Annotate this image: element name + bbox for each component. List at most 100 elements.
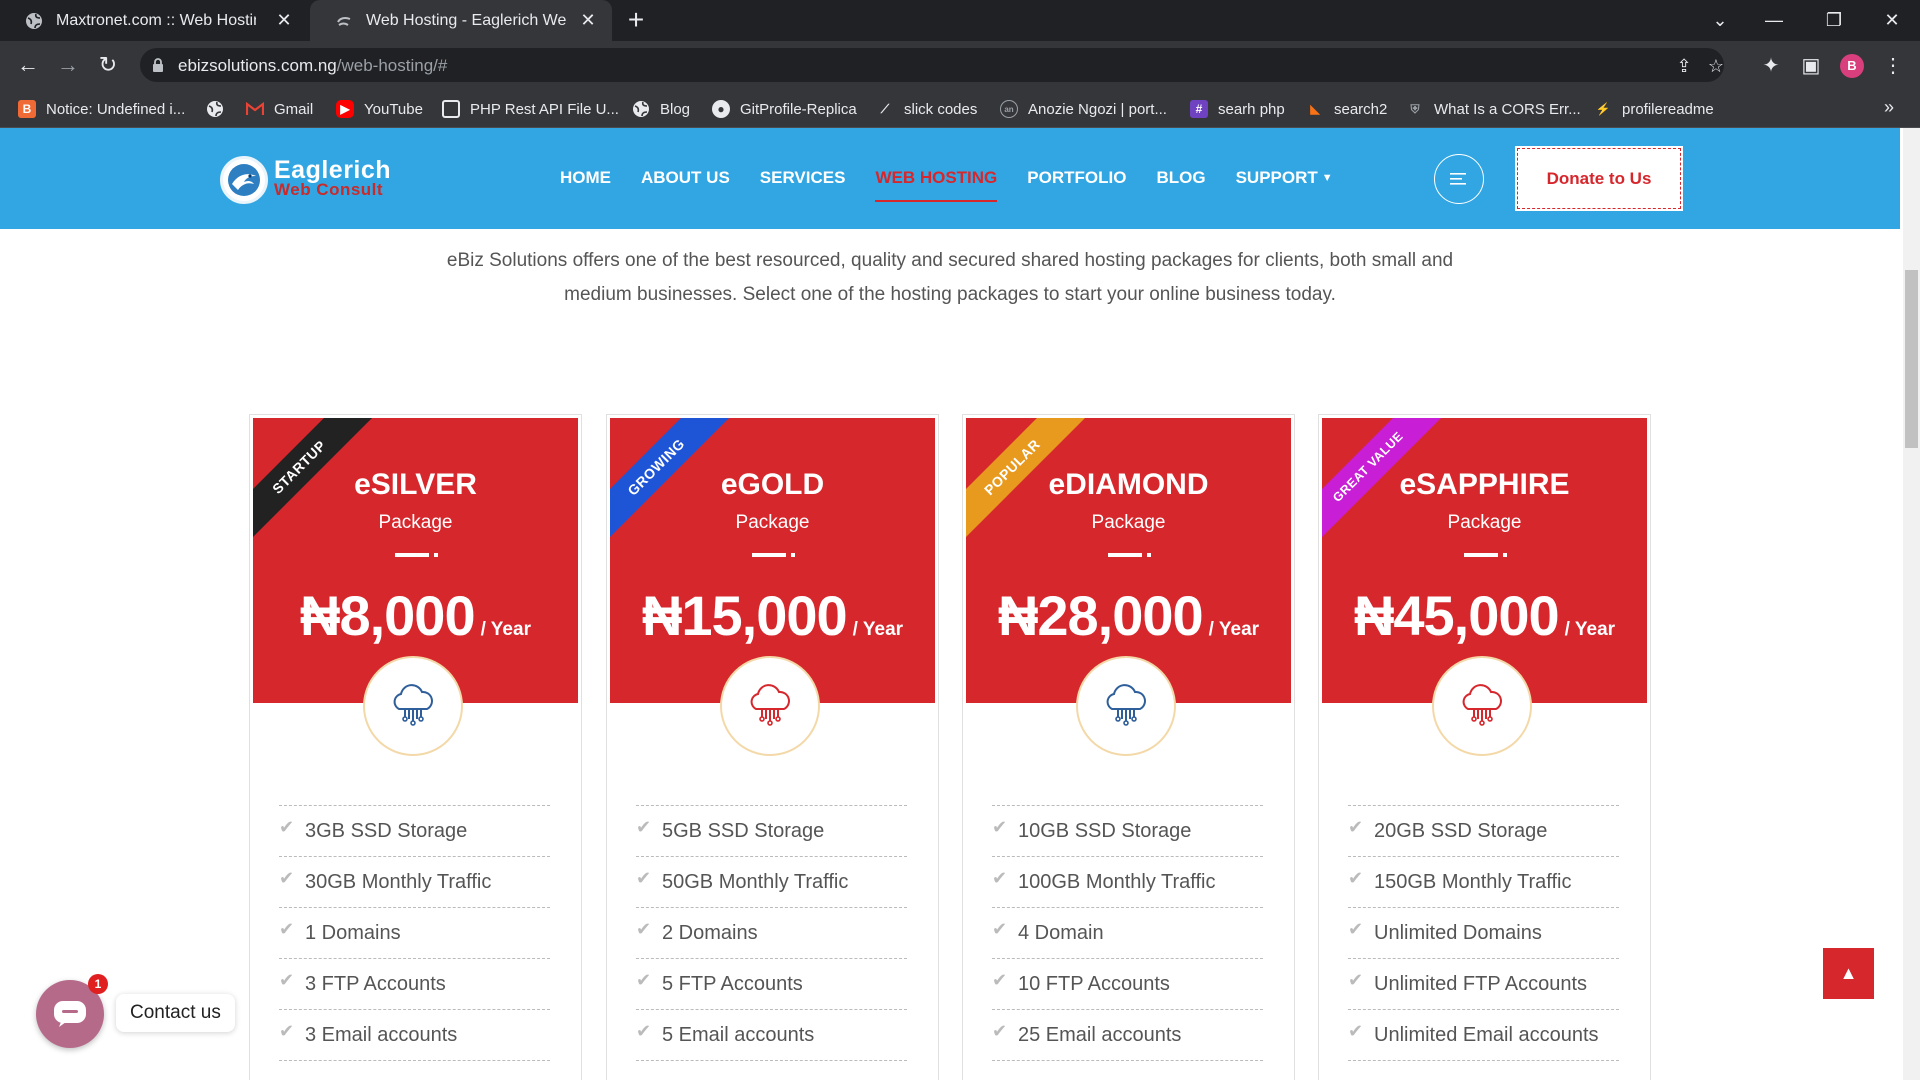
bookmark-star-icon[interactable]: ☆ bbox=[1706, 56, 1726, 76]
chevron-down-icon: ▼ bbox=[1321, 172, 1333, 184]
plan-price: ₦28,000 bbox=[997, 584, 1204, 647]
window-close-icon[interactable]: ✕ bbox=[1862, 0, 1920, 41]
feature-item: ✔ 3 FTP Accounts bbox=[279, 959, 550, 1010]
plan-subtitle: Package bbox=[1447, 512, 1522, 533]
check-icon: ✔ bbox=[992, 1020, 1008, 1041]
share-icon[interactable]: ⇪ bbox=[1674, 56, 1694, 76]
minimize-icon[interactable]: — bbox=[1744, 0, 1804, 41]
nav-home[interactable]: HOME bbox=[560, 168, 611, 192]
side-panel-icon[interactable]: ▣ bbox=[1800, 55, 1822, 77]
close-icon[interactable]: ✕ bbox=[578, 10, 598, 30]
price-row: ₦28,000 / Year bbox=[966, 583, 1291, 648]
bookmark-item[interactable]: ⛨ What Is a CORS Err... bbox=[1406, 98, 1580, 120]
bookmark-item[interactable]: Blog bbox=[632, 98, 690, 120]
nav-support[interactable]: SUPPORT ▼ bbox=[1236, 168, 1333, 192]
site-header: Eaglerich Web Consult HOME ABOUT US SERV… bbox=[0, 128, 1900, 229]
new-tab-button[interactable]: + bbox=[622, 6, 650, 34]
browser-tab-bar: Maxtronet.com :: Web Hosting ✕ Web Hosti… bbox=[0, 0, 1920, 41]
plan-name: eDIAMOND bbox=[1048, 468, 1209, 501]
plan-period: / Year bbox=[480, 619, 531, 640]
bookmarks-bar: B Notice: Undefined i... Gmail ▶ YouTube P… bbox=[0, 89, 1920, 128]
plan-period: / Year bbox=[1208, 619, 1260, 640]
check-icon: ✔ bbox=[636, 918, 652, 939]
bookmark-item[interactable] bbox=[206, 98, 234, 120]
restore-icon[interactable]: ❐ bbox=[1804, 0, 1864, 41]
chat-icon bbox=[54, 1001, 86, 1027]
globe-icon bbox=[24, 11, 44, 31]
php-icon: # bbox=[1190, 100, 1208, 118]
link-icon: ⚡ bbox=[1595, 102, 1611, 116]
bookmark-item[interactable]: PHP Rest API File U... bbox=[442, 98, 619, 120]
menu-toggle-button[interactable] bbox=[1434, 154, 1484, 204]
pricing-card-egold: GROWING eGOLD Package ₦15,000 / Year ✔ 5G… bbox=[606, 414, 939, 1080]
contact-label[interactable]: Contact us bbox=[116, 994, 235, 1032]
bookmark-item[interactable]: an Anozie Ngozi | port... bbox=[1000, 98, 1167, 120]
feature-item: ✔ 30GB Monthly Traffic bbox=[279, 857, 550, 908]
tab-search-icon[interactable]: ⌄ bbox=[1690, 0, 1750, 41]
bookmark-item[interactable]: # searh php bbox=[1190, 98, 1285, 120]
check-icon: ✔ bbox=[992, 867, 1008, 888]
logo-subtitle: Web Consult bbox=[274, 180, 384, 199]
back-icon[interactable]: ← bbox=[12, 49, 44, 81]
divider bbox=[752, 553, 786, 557]
feature-item: ✔ 100GB Monthly Traffic bbox=[992, 857, 1263, 908]
scrollbar[interactable] bbox=[1903, 128, 1920, 1080]
plan-price: ₦8,000 bbox=[300, 584, 476, 647]
more-menu-icon[interactable]: ⋮ bbox=[1882, 55, 1904, 77]
check-icon: ✔ bbox=[992, 816, 1008, 837]
feature-item: ✔ 10 FTP Accounts bbox=[992, 959, 1263, 1010]
scrollbar-thumb[interactable] bbox=[1905, 270, 1918, 448]
bookmarks-overflow-icon[interactable]: » bbox=[1884, 97, 1894, 118]
site-logo[interactable]: Eaglerich Web Consult bbox=[220, 156, 391, 204]
bookmark-item[interactable]: Gmail bbox=[246, 98, 313, 120]
feature-list: ✔ 10GB SSD Storage ✔ 100GB Monthly Traffic… bbox=[992, 805, 1263, 1061]
bookmark-item[interactable]: ⟋ slick codes bbox=[876, 98, 978, 120]
bookmark-item[interactable]: ● GitProfile-Replica bbox=[712, 98, 857, 120]
address-bar[interactable]: ebizsolutions.com.ng/web-hosting/# ⇪ ☆ bbox=[140, 48, 1724, 82]
extensions-icon[interactable]: ✦ bbox=[1760, 55, 1782, 77]
bookmark-item[interactable]: ◣ search2 bbox=[1306, 98, 1387, 120]
slick-icon: ⟋ bbox=[880, 101, 890, 116]
feature-item: ✔ 1 Domains bbox=[279, 908, 550, 959]
chart-icon: ◣ bbox=[1310, 102, 1320, 116]
globe-icon bbox=[632, 100, 650, 118]
price-row: ₦8,000 / Year bbox=[253, 583, 578, 648]
close-icon[interactable]: ✕ bbox=[274, 10, 294, 30]
feature-item: ✔ Unlimited Domains bbox=[1348, 908, 1619, 959]
price-row: ₦15,000 / Year bbox=[610, 583, 935, 648]
price-row: ₦45,000 / Year bbox=[1322, 583, 1647, 648]
feature-list: ✔ 3GB SSD Storage ✔ 30GB Monthly Traffic ✔… bbox=[279, 805, 550, 1061]
intro-text: eBiz Solutions offers one of the best re… bbox=[446, 250, 1454, 305]
feature-item: ✔ 4 Domain bbox=[992, 908, 1263, 959]
plan-name: eGOLD bbox=[720, 468, 825, 501]
check-icon: ✔ bbox=[636, 816, 652, 837]
url-text[interactable]: ebizsolutions.com.ng/web-hosting/# bbox=[178, 56, 447, 76]
nav-web-hosting[interactable]: WEB HOSTING bbox=[875, 168, 997, 202]
divider bbox=[1108, 553, 1142, 557]
divider bbox=[1464, 553, 1498, 557]
profile-avatar[interactable]: B bbox=[1840, 54, 1864, 78]
lock-icon[interactable] bbox=[152, 57, 164, 73]
tab-title: Web Hosting - Eaglerich Web Co bbox=[366, 11, 566, 29]
plan-subtitle: Package bbox=[1091, 512, 1166, 533]
back-to-top-button[interactable]: ▲ bbox=[1823, 948, 1874, 999]
hamburger-icon bbox=[1450, 173, 1466, 185]
plan-price: ₦45,000 bbox=[1353, 584, 1560, 647]
forward-icon[interactable]: → bbox=[52, 49, 84, 81]
shield-icon: ⛨ bbox=[1410, 101, 1420, 116]
logo-title: Eaglerich bbox=[274, 156, 392, 184]
nav-blog[interactable]: BLOG bbox=[1156, 168, 1205, 192]
browser-tab-active[interactable]: Web Hosting - Eaglerich Web Co ✕ bbox=[310, 0, 612, 41]
bookmark-item[interactable]: ▶ YouTube bbox=[336, 98, 423, 120]
bookmark-icon: B bbox=[18, 100, 36, 118]
globe-icon bbox=[206, 100, 224, 118]
reload-icon[interactable]: ↻ bbox=[92, 49, 124, 81]
loading-icon bbox=[334, 11, 354, 31]
nav-portfolio[interactable]: PORTFOLIO bbox=[1027, 168, 1126, 192]
bookmark-item[interactable]: ⚡ profilereadme bbox=[1594, 98, 1714, 120]
nav-about-us[interactable]: ABOUT US bbox=[641, 168, 730, 192]
donate-button[interactable]: Donate to Us bbox=[1515, 146, 1683, 211]
browser-tab[interactable]: Maxtronet.com :: Web Hosting ✕ bbox=[0, 0, 308, 41]
nav-services[interactable]: SERVICES bbox=[760, 168, 846, 192]
bookmark-item[interactable]: B Notice: Undefined i... bbox=[18, 98, 185, 120]
